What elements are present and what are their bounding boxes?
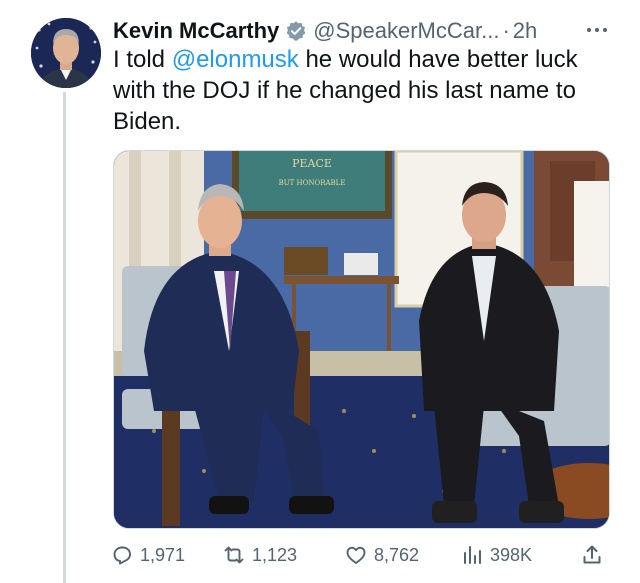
- retweet-icon: [224, 546, 244, 564]
- more-options-button[interactable]: [582, 18, 612, 42]
- views-button[interactable]: 398K: [460, 538, 532, 572]
- tweet[interactable]: Kevin McCarthy @SpeakerMcCar... · 2h I t…: [0, 0, 640, 583]
- wall-painting: PEACE BUT HONORABLE: [232, 151, 392, 219]
- avatar[interactable]: [31, 18, 101, 88]
- views-count: 398K: [490, 544, 533, 565]
- mention-link[interactable]: @elonmusk: [172, 46, 299, 73]
- more-icon: [587, 28, 607, 32]
- author-name[interactable]: Kevin McCarthy: [113, 18, 279, 44]
- share-icon: [583, 545, 601, 564]
- painting-text-top: PEACE: [292, 157, 332, 170]
- separator-dot: ·: [502, 18, 510, 43]
- like-button[interactable]: 8,762: [344, 538, 419, 572]
- verified-badge-icon: [285, 20, 307, 42]
- painting-text-bottom: BUT HONORABLE: [279, 179, 346, 187]
- reply-icon: [113, 546, 131, 565]
- tweet-header: Kevin McCarthy @SpeakerMcCar... · 2h: [113, 14, 537, 48]
- share-button[interactable]: [580, 538, 604, 572]
- tweet-text: I told @elonmusk he would have better lu…: [113, 44, 613, 137]
- heart-icon: [346, 546, 366, 564]
- reply-button[interactable]: 1,971: [110, 538, 185, 572]
- retweet-button[interactable]: 1,123: [222, 538, 297, 572]
- action-bar: 1,971 1,123 8,762 398K: [110, 538, 610, 572]
- tweet-photo[interactable]: PEACE BUT HONORABLE: [113, 150, 610, 529]
- thread-line: [63, 92, 66, 583]
- views-icon: [464, 546, 481, 564]
- tweet-text-part1: I told: [113, 46, 172, 73]
- author-handle[interactable]: @SpeakerMcCar...: [313, 18, 499, 44]
- timestamp[interactable]: 2h: [513, 18, 537, 44]
- like-count: 8,762: [374, 544, 420, 565]
- retweet-count: 1,123: [252, 544, 298, 565]
- reply-count: 1,971: [140, 544, 186, 565]
